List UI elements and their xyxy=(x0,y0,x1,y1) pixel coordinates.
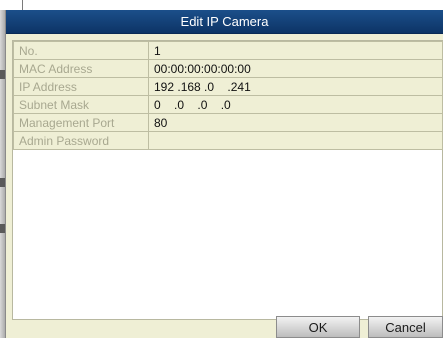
fields-panel: No. 1 MAC Address 00:00:00:00:00:00 IP A… xyxy=(12,40,443,320)
admin-password-label: Admin Password xyxy=(13,131,149,150)
mac-address-field[interactable]: 00:00:00:00:00:00 xyxy=(148,59,443,78)
row-subnet-mask: Subnet Mask 0 .0 .0 .0 xyxy=(13,95,443,114)
subnet-mask-label: Subnet Mask xyxy=(13,95,149,114)
management-port-field[interactable]: 80 xyxy=(148,113,443,132)
top-divider xyxy=(22,0,23,10)
row-management-port: Management Port 80 xyxy=(13,113,443,132)
management-port-label: Management Port xyxy=(13,113,149,132)
cancel-button[interactable]: Cancel xyxy=(368,316,443,338)
number-label: No. xyxy=(13,41,149,60)
row-number: No. 1 xyxy=(13,41,443,60)
row-mac-address: MAC Address 00:00:00:00:00:00 xyxy=(13,59,443,78)
dialog-title: Edit IP Camera xyxy=(6,10,443,34)
top-strip xyxy=(0,0,443,10)
row-admin-password: Admin Password xyxy=(13,131,443,150)
ok-button[interactable]: OK xyxy=(276,316,360,338)
mac-address-label: MAC Address xyxy=(13,59,149,78)
admin-password-field[interactable] xyxy=(148,131,443,150)
edit-ip-camera-dialog: Edit IP Camera No. 1 MAC Address 00:00:0… xyxy=(5,10,443,338)
number-field: 1 xyxy=(148,41,443,60)
row-ip-address: IP Address 192 .168 .0 .241 xyxy=(13,77,443,96)
camera-fields-table: No. 1 MAC Address 00:00:00:00:00:00 IP A… xyxy=(13,41,443,150)
ip-address-field[interactable]: 192 .168 .0 .241 xyxy=(148,77,443,96)
subnet-mask-field[interactable]: 0 .0 .0 .0 xyxy=(148,95,443,114)
ip-address-label: IP Address xyxy=(13,77,149,96)
